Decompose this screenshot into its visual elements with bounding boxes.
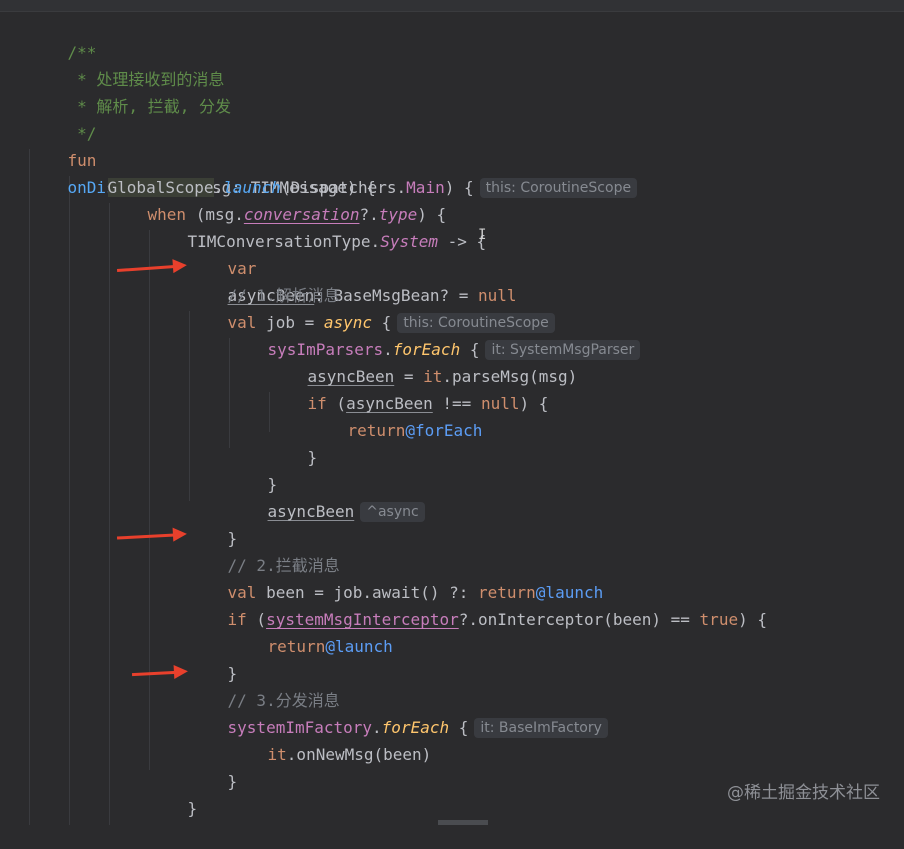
code-line: } [149, 768, 198, 818]
code-text: ) { [738, 610, 767, 629]
return-label[interactable]: @launch [325, 637, 392, 656]
code-line: fun onDispatchMsg(msg: TIMMessage) { [29, 120, 376, 197]
code-line: } [189, 633, 238, 683]
code-line: val job = async {this: CoroutineScope [189, 282, 555, 333]
code-text: ?.onInterceptor(been) == [458, 610, 700, 629]
code-line: when (msg.conversation?.type) { [109, 174, 447, 224]
code-text: ) { [519, 394, 549, 413]
return-label[interactable]: @forEach [405, 421, 482, 440]
code-line: sysImParsers.forEach {it: SystemMsgParse… [229, 309, 641, 360]
code-line: GlobalScope.launch(Dispatchers.Main) {th… [69, 147, 638, 198]
scroll-indicator[interactable] [438, 820, 488, 825]
code-line: if (asyncBeen !== null) { [269, 363, 549, 413]
code-line: it.onNewMsg(been) [229, 714, 432, 764]
annotation-arrow [131, 670, 177, 677]
code-line: // 2.拦截消息 [189, 525, 340, 575]
closing-brace: } [187, 799, 198, 818]
inlay-hint: ^async [360, 502, 425, 522]
code-line: if (systemMsgInterceptor?.onInterceptor(… [189, 579, 767, 629]
code-line: var asyncBeen: BaseMsgBean? = null [189, 228, 517, 305]
closing-brace: } [307, 448, 318, 467]
inlay-hint: it: BaseImFactory [474, 718, 608, 738]
code-text: { [449, 718, 469, 737]
variable-name[interactable]: asyncBeen [268, 502, 355, 521]
code-line: systemImFactory.forEach {it: BaseImFacto… [189, 687, 608, 738]
code-line: */ [29, 93, 96, 143]
code-line: return@forEach [309, 390, 483, 440]
keyword: return [347, 421, 406, 440]
inlay-hint: this: CoroutineScope [479, 178, 638, 198]
closing-brace: } [227, 772, 238, 791]
code-line: // 1.解析消息 [189, 255, 340, 305]
indent-guide [29, 149, 30, 825]
keyword: return [267, 637, 326, 656]
code-line: * 处理接收到的消息 [29, 39, 224, 89]
keyword: null [480, 394, 520, 413]
annotation-arrow [116, 533, 176, 540]
indent-guide [69, 176, 70, 825]
code-line: return@launch [229, 606, 393, 656]
code-line: /** [29, 12, 97, 62]
code-line: asyncBeen ^async [229, 471, 425, 522]
indent-guide [149, 230, 150, 770]
code-line: } [189, 498, 238, 548]
code-line: } [229, 444, 278, 494]
code-editor[interactable]: /** * 处理接收到的消息 * 解析, 拦截, 分发 */ fun onDis… [0, 11, 904, 825]
code-line: TIMConversationType.System -> { [149, 201, 487, 251]
code-line: asyncBeen = it.parseMsg(msg) [269, 336, 578, 386]
code-text: ) { [444, 178, 474, 197]
code-line: val been = job.await() ?: return@launch [189, 552, 604, 602]
indent-guide [109, 203, 110, 825]
code-text: .onNewMsg(been) [286, 745, 432, 764]
code-line: * 解析, 拦截, 分发 [29, 66, 231, 116]
keyword: it [267, 745, 287, 764]
code-line: // 3.分发消息 [189, 660, 340, 710]
watermark: @稀土掘金技术社区 [727, 783, 880, 803]
code-line: } [189, 741, 238, 791]
code-line: } [269, 417, 318, 467]
keyword: true [699, 610, 739, 629]
